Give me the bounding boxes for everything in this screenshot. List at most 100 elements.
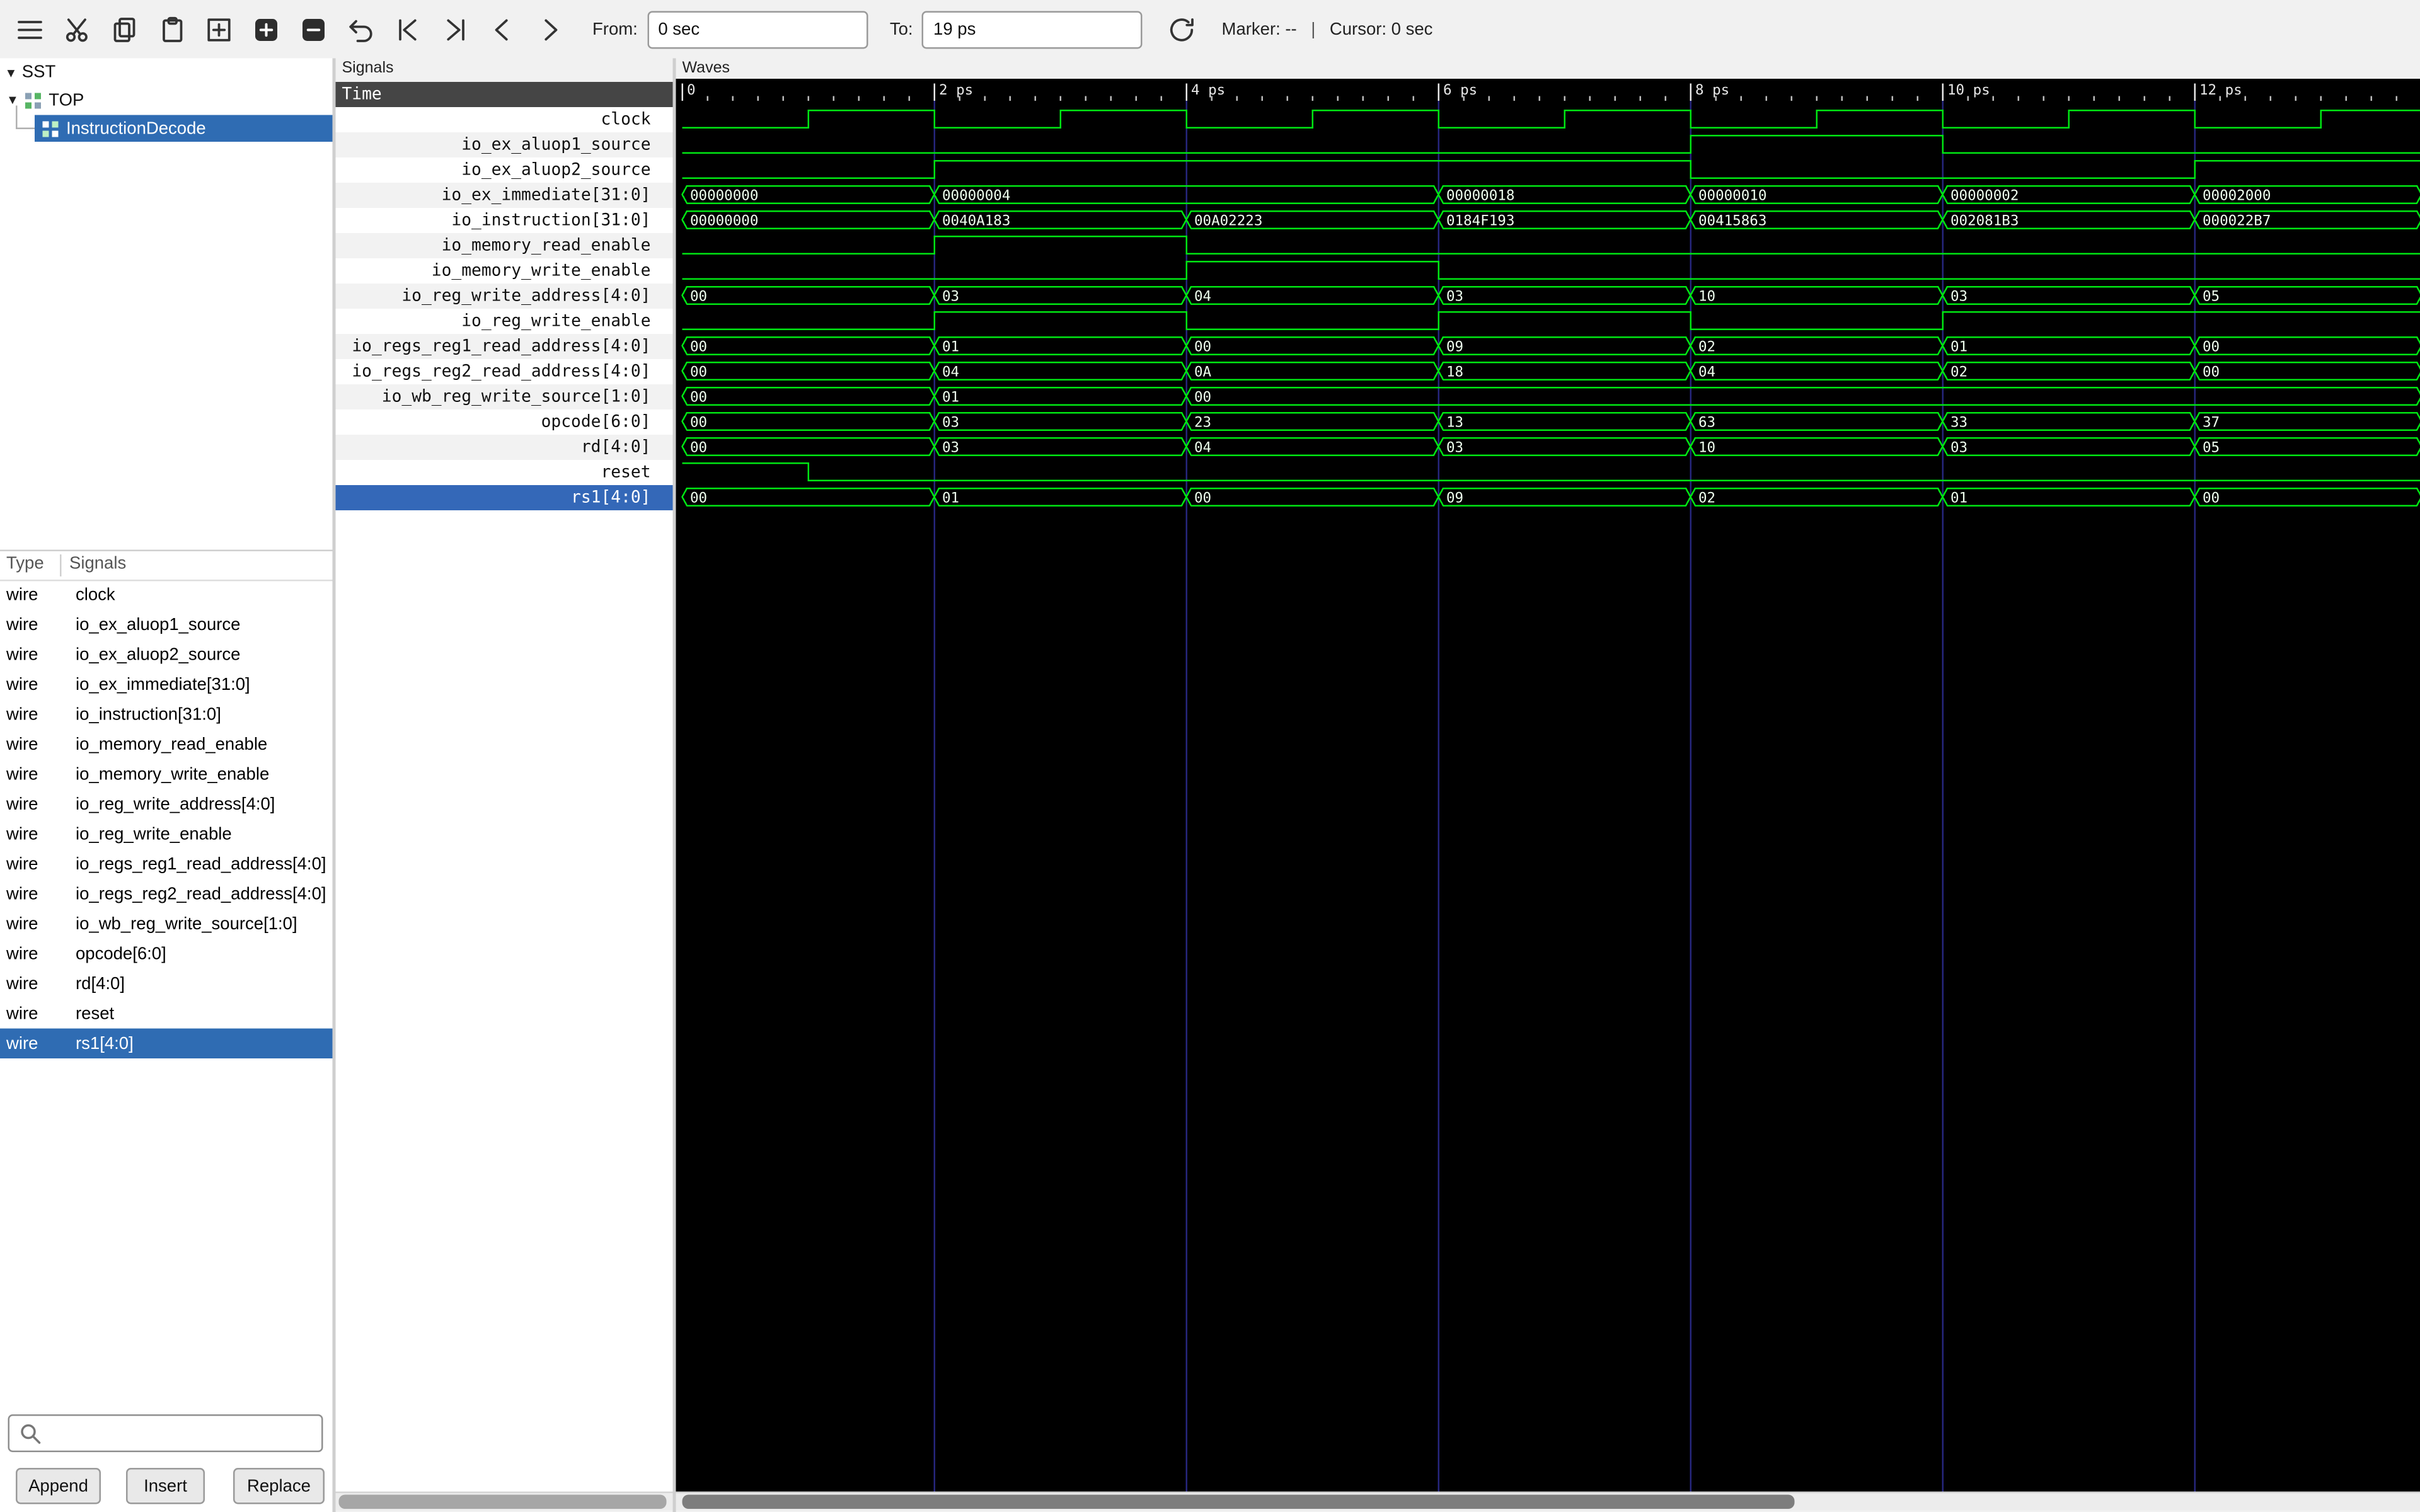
table-row[interactable]: wireio_ex_aluop2_source [0,639,333,670]
zoom-in-button[interactable] [246,9,287,50]
signal-row[interactable]: io_reg_write_enable [336,309,673,334]
signal-name: io_ex_aluop2_source [69,645,240,664]
signal-row[interactable]: opcode[6:0] [336,410,673,435]
signal-row[interactable]: clock [336,107,673,132]
zoom-out-button[interactable] [293,9,334,50]
svg-text:00: 00 [690,415,707,431]
reload-button[interactable] [1162,9,1203,50]
svg-text:02: 02 [1950,364,1968,381]
tree-item-label: InstructionDecode [66,119,206,138]
cut-button[interactable] [57,9,98,50]
signal-row[interactable]: io_wb_reg_write_source[1:0] [336,384,673,410]
signal-type: wire [0,1034,69,1053]
menu-button[interactable] [9,9,50,50]
go-to-end-button[interactable] [435,9,476,50]
svg-text:00000000: 00000000 [690,213,758,229]
signal-type: wire [0,825,69,844]
table-row[interactable]: wireio_regs_reg2_read_address[4:0] [0,879,333,909]
signal-row[interactable]: io_memory_write_enable [336,258,673,284]
status-separator: | [1311,20,1315,38]
signal-row[interactable]: rd[4:0] [336,435,673,460]
signal-name: io_instruction[31:0] [69,705,221,724]
table-row[interactable]: wireio_ex_aluop1_source [0,610,333,640]
signal-type: wire [0,765,69,784]
tree-item-top[interactable]: ▼ TOP [6,87,333,114]
signal-row[interactable]: reset [336,460,673,485]
undo-button[interactable] [340,9,381,50]
step-right-icon [534,13,566,45]
svg-text:01: 01 [1950,490,1968,507]
svg-text:09: 09 [1446,490,1463,507]
table-row[interactable]: wirers1[4:0] [0,1029,333,1059]
sst-panel-header[interactable]: ▼ SST [5,60,56,85]
zoom-fit-button[interactable] [199,9,239,50]
signal-row[interactable]: io_instruction[31:0] [336,208,673,233]
svg-text:00000000: 00000000 [690,188,758,204]
signal-type: wire [0,585,69,604]
column-header-signals: Signals [69,554,126,573]
table-row[interactable]: wireio_memory_read_enable [0,730,333,760]
table-row[interactable]: wirerd[4:0] [0,969,333,999]
cut-icon [62,13,93,45]
table-row[interactable]: wireio_memory_write_enable [0,759,333,789]
go-to-start-icon [393,13,424,45]
svg-text:03: 03 [942,440,959,456]
table-row[interactable]: wireio_instruction[31:0] [0,699,333,730]
svg-text:00: 00 [2203,490,2220,507]
replace-button[interactable]: Replace [233,1468,325,1504]
svg-text:01: 01 [942,490,959,507]
table-row[interactable]: wireio_regs_reg1_read_address[4:0] [0,849,333,879]
scrollbar-thumb[interactable] [683,1495,1795,1509]
svg-text:63: 63 [1698,415,1715,431]
insert-button[interactable]: Insert [126,1468,205,1504]
signal-row[interactable]: io_reg_write_address[4:0] [336,284,673,309]
signal-type: wire [0,735,69,753]
append-button[interactable]: Append [16,1468,101,1504]
signals-list: Time clockio_ex_aluop1_sourceio_ex_aluop… [336,82,673,1493]
svg-text:10 ps: 10 ps [1947,82,1990,98]
svg-text:01: 01 [942,389,959,406]
go-to-start-button[interactable] [388,9,429,50]
table-row[interactable]: wireio_reg_write_address[4:0] [0,789,333,820]
table-row[interactable]: wirereset [0,999,333,1029]
copy-button[interactable] [104,9,145,50]
signal-row[interactable]: io_regs_reg2_read_address[4:0] [336,359,673,384]
from-input[interactable] [647,10,868,48]
step-left-button[interactable] [482,9,523,50]
svg-text:33: 33 [1950,415,1968,431]
signal-row[interactable]: io_ex_aluop1_source [336,132,673,158]
wave-canvas[interactable]: 02 ps4 ps6 ps8 ps10 ps12 ps0000000000000… [676,79,2420,1493]
svg-text:00: 00 [2203,364,2220,381]
signal-row[interactable]: io_memory_read_enable [336,233,673,258]
sst-panel: ▼ SST ▼ TOP InstructionDecode Type Signa… [0,59,336,1512]
scrollbar-thumb[interactable] [339,1495,667,1509]
waves-hscrollbar[interactable] [676,1492,2420,1511]
signal-row[interactable]: io_regs_reg1_read_address[4:0] [336,334,673,359]
to-input[interactable] [923,10,1143,48]
svg-text:6 ps: 6 ps [1443,82,1477,98]
signal-search-input[interactable] [43,1416,322,1451]
svg-text:02: 02 [1698,339,1715,355]
step-right-button[interactable] [529,9,570,50]
svg-text:8 ps: 8 ps [1695,82,1729,98]
tree-item-instructiondecode[interactable]: InstructionDecode [35,115,333,142]
svg-text:12 ps: 12 ps [2199,82,2242,98]
signal-row[interactable]: io_ex_immediate[31:0] [336,183,673,208]
table-row[interactable]: wireio_ex_immediate[31:0] [0,670,333,700]
from-label: From: [592,20,638,38]
go-to-end-icon [440,13,471,45]
svg-text:2 ps: 2 ps [939,82,973,98]
table-row[interactable]: wireio_reg_write_enable [0,819,333,849]
signal-row[interactable]: io_ex_aluop2_source [336,158,673,183]
table-row[interactable]: wireio_wb_reg_write_source[1:0] [0,909,333,939]
waves-panel: Waves 02 ps4 ps6 ps8 ps10 ps12 ps0000000… [676,59,2420,1512]
svg-text:01: 01 [942,339,959,355]
signals-hscrollbar[interactable] [336,1492,673,1511]
signal-name: rd[4:0] [69,974,125,993]
table-row[interactable]: wireopcode[6:0] [0,939,333,969]
signal-row[interactable]: rs1[4:0] [336,485,673,510]
svg-text:01: 01 [1950,339,1968,355]
paste-button[interactable] [151,9,192,50]
svg-text:4 ps: 4 ps [1191,82,1225,98]
table-row[interactable]: wireclock [0,580,333,610]
